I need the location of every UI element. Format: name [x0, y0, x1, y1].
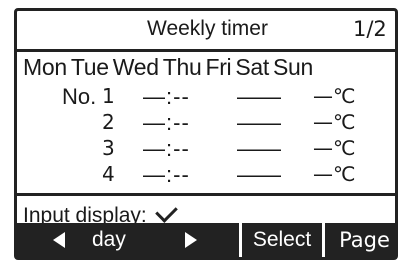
row-number: 3: [102, 136, 115, 160]
screen-title: Weekly timer: [147, 17, 268, 40]
day-button[interactable]: day: [17, 223, 237, 257]
day-fri[interactable]: Fri: [205, 54, 231, 80]
day-sat[interactable]: Sat: [235, 54, 269, 80]
lcd-screen: Weekly timer 1/2 Mon Tue Wed Thu Fri Sat Sun N…: [14, 8, 398, 260]
row-temperature: —℃: [313, 136, 356, 160]
row-temperature: —℃: [313, 84, 356, 108]
timer-row-4[interactable]: 4 —:-- —— —℃: [17, 162, 395, 187]
day-button-label: day: [92, 228, 126, 251]
timer-row-2[interactable]: 2 —:-- —— —℃: [17, 110, 395, 135]
day-mon[interactable]: Mon: [23, 54, 67, 80]
day-selector-row: Mon Tue Wed Thu Fri Sat Sun: [23, 54, 317, 81]
row-temperature: —℃: [313, 162, 356, 186]
select-button[interactable]: Select: [239, 223, 322, 257]
row-number: 2: [102, 110, 115, 134]
input-divider: [17, 193, 395, 196]
row-setting: ——: [237, 110, 281, 135]
day-thu[interactable]: Thu: [163, 54, 202, 80]
arrow-left-icon[interactable]: [53, 232, 65, 248]
row-setting: ——: [237, 84, 281, 109]
day-sun[interactable]: Sun: [273, 54, 313, 80]
row-time: —:--: [143, 136, 190, 161]
row-time: —:--: [143, 162, 190, 187]
title-divider: [17, 49, 395, 52]
timer-row-1[interactable]: No. 1 —:-- —— —℃: [17, 84, 395, 109]
row-label: No.: [62, 84, 97, 109]
row-setting: ——: [237, 162, 281, 187]
row-time: —:--: [143, 84, 190, 109]
row-number: 1: [102, 84, 115, 108]
row-temperature: —℃: [313, 110, 356, 134]
timer-row-3[interactable]: 3 —:-- —— —℃: [17, 136, 395, 161]
day-tue[interactable]: Tue: [71, 54, 109, 80]
page-indicator: 1/2: [353, 17, 387, 41]
check-icon: [154, 200, 178, 223]
row-time: —:--: [143, 110, 190, 135]
row-setting: ——: [237, 136, 281, 161]
day-wed[interactable]: Wed: [113, 54, 159, 80]
row-number: 4: [102, 162, 115, 186]
function-button-bar: day Select Page: [17, 223, 395, 257]
remote-controller-display: Weekly timer 1/2 Mon Tue Wed Thu Fri Sat Sun N…: [0, 0, 412, 269]
page-button[interactable]: Page: [322, 223, 404, 257]
arrow-right-icon[interactable]: [185, 232, 197, 248]
